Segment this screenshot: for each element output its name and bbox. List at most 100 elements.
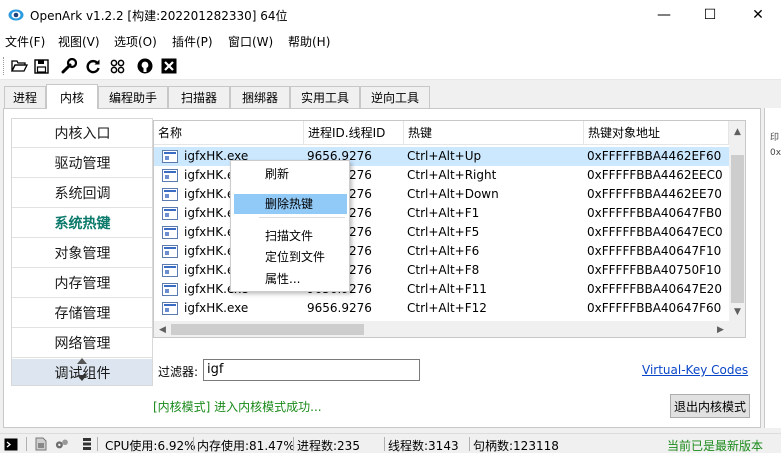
exit-button[interactable] xyxy=(160,57,178,75)
cell-hotkey-address: 0xFFFFFBBA40647FB0 xyxy=(587,206,722,220)
cell-hotkey: Ctrl+Alt+Right xyxy=(407,168,497,182)
menu-window[interactable]: 窗口(W) xyxy=(228,33,273,50)
tab-scanner[interactable]: 扫描器 xyxy=(168,86,230,108)
nav-system-callbacks[interactable]: 系统回调 xyxy=(12,179,152,208)
update-status: 当前已是最新版本 xyxy=(666,439,763,453)
adjacent-text: 印 xyxy=(770,133,780,143)
tools-button[interactable] xyxy=(60,57,78,75)
window-title: OpenArk v1.2.2 [构建:202201282330] 64位 xyxy=(30,9,288,23)
nav-memory-manager[interactable]: 内存管理 xyxy=(12,269,152,298)
menu-help[interactable]: 帮助(H) xyxy=(288,33,330,50)
storage-icon[interactable] xyxy=(80,437,94,451)
minimize-button[interactable]: — xyxy=(641,0,687,30)
toolbar-grip[interactable] xyxy=(3,57,5,75)
close-icon: ✕ xyxy=(752,7,764,23)
adjacent-text: 0x xyxy=(770,148,781,158)
scroll-right-arrow-icon[interactable]: ▶ xyxy=(712,321,729,337)
adjacent-window-edge: 印 0x xyxy=(764,108,781,428)
nav-system-hotkeys[interactable]: 系统热键 xyxy=(12,209,152,238)
cell-hotkey: Ctrl+Alt+F8 xyxy=(407,263,480,277)
open-button[interactable] xyxy=(10,57,28,75)
vertical-scrollbar[interactable]: ▲ ▼ xyxy=(729,121,745,321)
column-header-hotkey[interactable]: 热键 xyxy=(404,121,584,145)
filter-input[interactable]: igf xyxy=(203,359,420,381)
cell-hotkey-address: 0xFFFFFBBA4462EEC0 xyxy=(587,168,723,182)
nav-network-manager[interactable]: 网络管理 xyxy=(12,329,152,358)
ctx-locate-file[interactable]: 定位到文件 xyxy=(234,247,347,267)
nav-scroll-down-icon[interactable] xyxy=(76,374,88,382)
column-header-pid-tid[interactable]: 进程ID.线程ID xyxy=(304,121,404,145)
tab-process[interactable]: 进程 xyxy=(4,86,46,108)
tab-coding-helper[interactable]: 编程助手 xyxy=(98,86,168,108)
nav-storage-manager[interactable]: 存储管理 xyxy=(12,299,152,328)
exe-file-icon xyxy=(162,150,178,163)
folder-open-icon xyxy=(10,60,28,72)
scroll-down-arrow-icon[interactable]: ▼ xyxy=(729,303,745,320)
column-header-hotkey-address[interactable]: 热键对象地址 xyxy=(584,121,729,145)
gears-icon[interactable] xyxy=(55,437,69,451)
menu-plugins[interactable]: 插件(P) xyxy=(172,33,213,50)
exit-kernel-mode-button[interactable]: 退出内核模式 xyxy=(670,394,750,418)
cpu-usage: CPU使用:6.92% xyxy=(105,439,196,453)
wrench-icon xyxy=(61,58,77,74)
ctx-refresh[interactable]: 刷新 xyxy=(234,164,347,184)
nav-scroll-up-icon[interactable] xyxy=(76,357,88,365)
save-icon xyxy=(33,58,49,74)
scroll-up-arrow-icon[interactable]: ▲ xyxy=(729,123,745,140)
ctx-delete-hotkey[interactable]: 删除热键 xyxy=(234,194,347,214)
status-separator xyxy=(193,437,194,451)
horizontal-scrollbar[interactable]: ◀ ▶ xyxy=(154,321,729,337)
nav-driver-manager[interactable]: 驱动管理 xyxy=(12,149,152,178)
ctx-properties[interactable]: 属性... xyxy=(234,269,347,289)
table-row[interactable]: igfxHK.exe 9656.9276 Ctrl+Alt+F12 0xFFFF… xyxy=(154,299,729,318)
cell-pid-tid: 9656.9276 xyxy=(307,301,372,315)
save-button[interactable] xyxy=(32,57,50,75)
title-bar: OpenArk v1.2.2 [构建:202201282330] 64位 — ☐… xyxy=(0,0,781,30)
modules-button[interactable] xyxy=(108,57,126,75)
cell-hotkey: Ctrl+Alt+F6 xyxy=(407,244,480,258)
status-separator xyxy=(97,437,98,451)
cell-hotkey: Ctrl+Alt+Down xyxy=(407,187,499,201)
scroll-corner xyxy=(729,321,745,337)
document-icon[interactable] xyxy=(34,437,48,451)
minimize-icon: — xyxy=(657,7,671,23)
exe-file-icon xyxy=(162,245,178,258)
ctx-scan-file[interactable]: 扫描文件 xyxy=(234,226,347,246)
refresh-button[interactable] xyxy=(84,57,102,75)
menu-view[interactable]: 视图(V) xyxy=(58,33,100,50)
close-button[interactable]: ✕ xyxy=(735,0,781,30)
refresh-icon xyxy=(86,59,100,74)
tab-reverse-tools[interactable]: 逆向工具 xyxy=(360,86,430,108)
memory-usage: 内存使用:81.47% xyxy=(197,439,295,453)
cell-hotkey-address: 0xFFFFFBBA4462EE70 xyxy=(587,187,722,201)
virtual-key-codes-link[interactable]: Virtual-Key Codes xyxy=(642,363,748,377)
menu-file[interactable]: 文件(F) xyxy=(5,33,45,50)
tab-utilities[interactable]: 实用工具 xyxy=(290,86,360,108)
scroll-left-arrow-icon[interactable]: ◀ xyxy=(154,321,171,337)
status-separator xyxy=(293,437,294,451)
horizontal-scroll-thumb[interactable] xyxy=(171,324,364,335)
github-button[interactable] xyxy=(136,57,154,75)
cell-hotkey: Ctrl+Alt+Up xyxy=(407,149,482,163)
maximize-button[interactable]: ☐ xyxy=(687,0,733,30)
grid-icon xyxy=(110,59,124,73)
kernel-nav: 内核入口 驱动管理 系统回调 系统热键 对象管理 内存管理 存储管理 网络管理 … xyxy=(11,118,153,386)
cell-hotkey-address: 0xFFFFFBBA40647EC0 xyxy=(587,225,723,239)
tab-bundler[interactable]: 捆绑器 xyxy=(230,86,290,108)
column-header-name[interactable]: 名称 xyxy=(154,121,304,145)
menu-options[interactable]: 选项(O) xyxy=(114,33,157,50)
status-separator xyxy=(384,437,385,451)
exe-file-icon xyxy=(162,302,178,315)
cell-hotkey: Ctrl+Alt+F1 xyxy=(407,206,480,220)
nav-kernel-entry[interactable]: 内核入口 xyxy=(12,119,152,148)
console-icon[interactable] xyxy=(4,437,18,451)
table-header: 名称 进程ID.线程ID 热键 热键对象地址 xyxy=(154,121,729,145)
status-separator xyxy=(26,437,27,451)
vertical-scroll-thumb[interactable] xyxy=(731,155,744,303)
tab-kernel[interactable]: 内核 xyxy=(46,84,98,109)
nav-object-manager[interactable]: 对象管理 xyxy=(12,239,152,268)
cell-hotkey: Ctrl+Alt+F11 xyxy=(407,282,487,296)
openark-eye-icon xyxy=(8,9,24,21)
filter-label: 过滤器: xyxy=(158,365,199,379)
cell-hotkey-address: 0xFFFFFBBA40647E20 xyxy=(587,282,722,296)
